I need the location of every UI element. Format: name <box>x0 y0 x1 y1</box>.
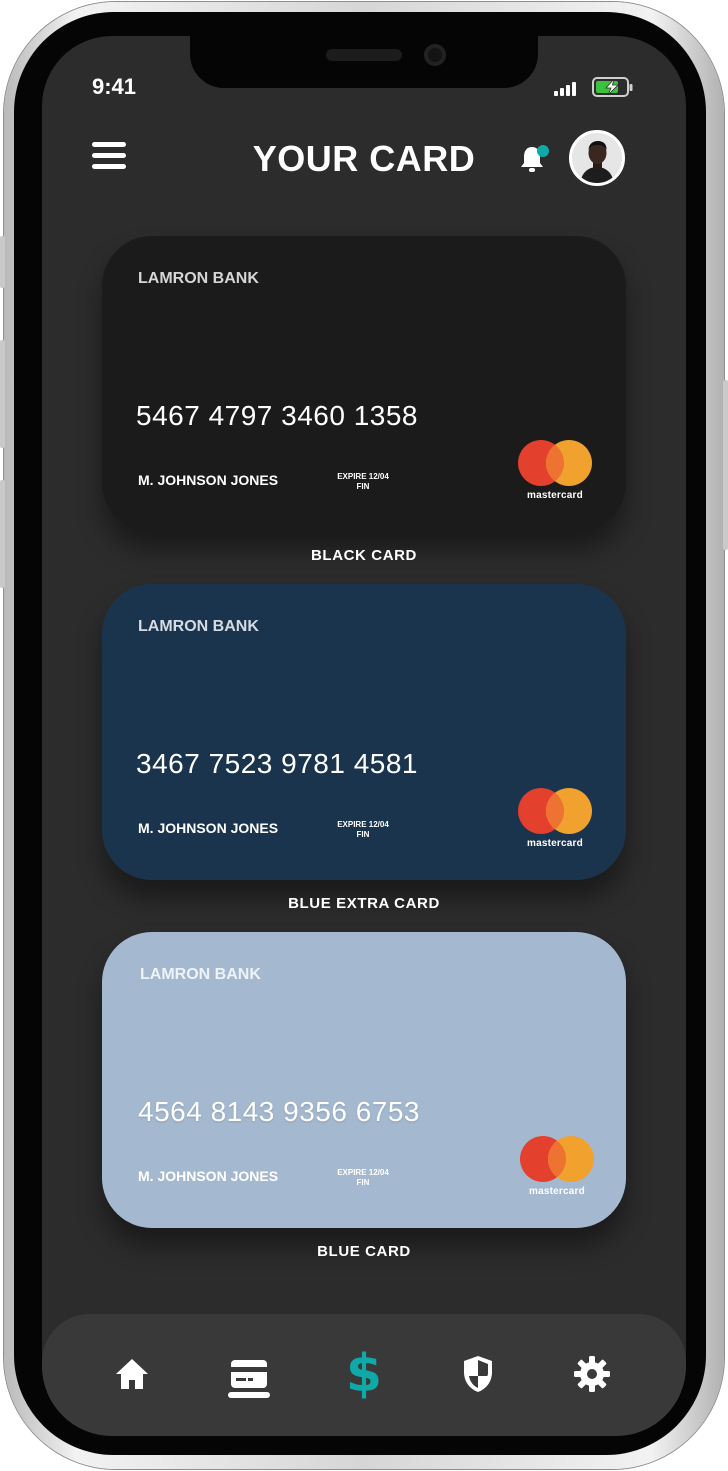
mastercard-overlap-icon <box>546 440 592 486</box>
card-brand-name: mastercard <box>529 1186 585 1197</box>
expire-date: 12/04 <box>368 1168 389 1177</box>
notch <box>190 36 538 88</box>
mastercard-overlap-icon <box>548 1136 594 1182</box>
card-number: 4564 8143 9356 6753 <box>138 1096 420 1127</box>
expire-label: EXPIRE <box>337 472 367 481</box>
menu-button[interactable] <box>92 142 126 174</box>
dollar-icon: $ <box>345 1344 383 1404</box>
power-button <box>723 380 728 550</box>
app-screen: 9:41 YOUR CARD LAMRON BANK 5467 4797 346… <box>42 36 686 1436</box>
card-label: BLUE EXTRA CARD <box>288 895 440 912</box>
active-tab-indicator <box>228 1392 270 1398</box>
expire-label: EXPIRE <box>337 1168 367 1177</box>
card-label: BLACK CARD <box>311 547 417 564</box>
card-holder-name: M. JOHNSON JONES <box>138 472 279 488</box>
mastercard-overlap-icon <box>546 788 592 834</box>
mastercard-logo: mastercard <box>512 788 592 854</box>
signal-icon <box>554 82 576 96</box>
blue-extra-card[interactable]: LAMRON BANK 3467 7523 9781 4581 M. JOHNS… <box>102 584 626 880</box>
tab-security[interactable] <box>448 1344 508 1404</box>
expire-date: 12/04 <box>368 820 389 829</box>
page-title: YOUR CARD <box>252 138 476 179</box>
menu-line-icon <box>92 164 126 169</box>
mute-switch <box>0 236 5 288</box>
card-holder-name: M. JOHNSON JONES <box>138 1168 279 1184</box>
volume-down-button <box>0 480 5 588</box>
speaker-grille <box>326 49 402 61</box>
menu-line-icon <box>92 142 126 147</box>
card-bank-name: LAMRON BANK <box>138 270 259 287</box>
tab-payments[interactable]: $ <box>334 1344 394 1404</box>
mastercard-logo: mastercard <box>514 1136 594 1202</box>
card-expiry: EXPIRE 12/04 FIN <box>328 1168 398 1188</box>
expire-sub-label: FIN <box>356 482 370 491</box>
card-holder-name: M. JOHNSON JONES <box>138 820 279 836</box>
expire-label: EXPIRE <box>337 820 367 829</box>
card-expiry: EXPIRE 12/04 FIN <box>328 472 398 492</box>
tab-home[interactable] <box>102 1344 162 1404</box>
avatar[interactable] <box>569 130 625 186</box>
shield-icon <box>464 1356 492 1392</box>
gear-icon <box>574 1356 610 1392</box>
card-brand-name: mastercard <box>527 490 583 501</box>
notification-bell-icon[interactable] <box>516 142 552 178</box>
user-portrait-icon <box>572 133 622 183</box>
black-card[interactable]: LAMRON BANK 5467 4797 3460 1358 M. JOHNS… <box>102 236 626 532</box>
card-bank-name: LAMRON BANK <box>138 618 259 635</box>
mastercard-logo: mastercard <box>512 440 592 506</box>
card-expiry: EXPIRE 12/04 FIN <box>328 820 398 840</box>
menu-line-icon <box>92 153 126 158</box>
bottom-tab-bar: $ <box>42 1314 686 1436</box>
front-camera <box>424 44 446 66</box>
credit-card-icon <box>231 1360 267 1388</box>
battery-charging-icon <box>592 77 633 97</box>
tab-settings[interactable] <box>562 1344 622 1404</box>
card-label: BLUE CARD <box>317 1243 411 1260</box>
card-number: 5467 4797 3460 1358 <box>136 400 418 431</box>
home-icon <box>116 1359 148 1389</box>
volume-up-button <box>0 340 5 448</box>
card-number: 3467 7523 9781 4581 <box>136 748 418 779</box>
expire-sub-label: FIN <box>356 1178 370 1187</box>
expire-date: 12/04 <box>368 472 389 481</box>
blue-card[interactable]: LAMRON BANK 4564 8143 9356 6753 M. JOHNS… <box>102 932 626 1228</box>
expire-sub-label: FIN <box>356 830 370 839</box>
status-time: 9:41 <box>92 74 137 99</box>
card-brand-name: mastercard <box>527 838 583 849</box>
card-bank-name: LAMRON BANK <box>140 966 261 983</box>
